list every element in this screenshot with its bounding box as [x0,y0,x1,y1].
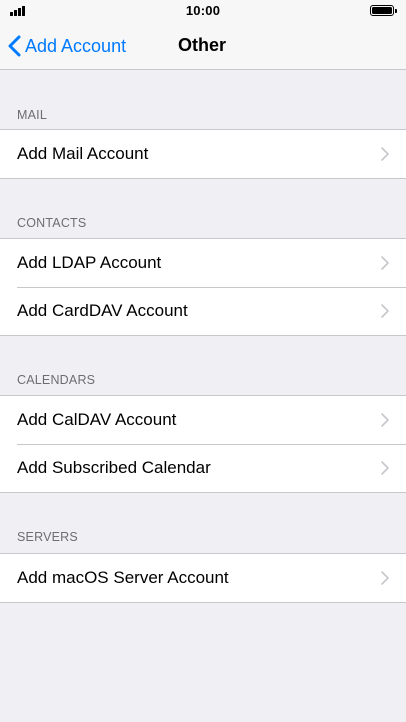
status-bar: 10:00 [0,0,406,22]
chevron-left-icon [8,35,21,57]
list-item-add-macos-server-account[interactable]: Add macOS Server Account [0,554,406,602]
group-mail: Add Mail Account [0,129,406,179]
back-button[interactable]: Add Account [8,33,126,59]
list-item-label: Add CardDAV Account [17,301,188,320]
section-header-mail: MAIL [17,108,47,122]
list-item-add-subscribed-calendar[interactable]: Add Subscribed Calendar [0,444,406,492]
list-item-add-ldap-account[interactable]: Add LDAP Account [0,239,406,287]
group-contacts: Add LDAP Account Add CardDAV Account [0,238,406,336]
group-servers: Add macOS Server Account [0,553,406,603]
group-calendars: Add CalDAV Account Add Subscribed Calend… [0,395,406,493]
chevron-right-icon [381,147,389,161]
status-time: 10:00 [185,3,221,18]
battery-full-icon [370,5,397,16]
section-header-contacts: CONTACTS [17,216,87,230]
list-item-add-caldav-account[interactable]: Add CalDAV Account [0,396,406,444]
list-item-label: Add macOS Server Account [17,568,229,587]
list-item-label: Add Subscribed Calendar [17,458,211,477]
chevron-right-icon [381,413,389,427]
back-button-label: Add Account [25,35,127,56]
list-item-label: Add LDAP Account [17,253,162,272]
chevron-right-icon [381,461,389,475]
list-item-label: Add Mail Account [17,144,149,163]
section-header-servers: SERVERS [17,530,78,544]
list-item-label: Add CalDAV Account [17,410,177,429]
chevron-right-icon [381,256,389,270]
navigation-bar: 10:00 Add Account Other [0,0,406,70]
chevron-right-icon [381,304,389,318]
section-header-calendars: CALENDARS [17,373,96,387]
page-title: Other [178,35,227,55]
list-item-add-mail-account[interactable]: Add Mail Account [0,130,406,178]
list-item-add-carddav-account[interactable]: Add CardDAV Account [0,287,406,335]
chevron-right-icon [381,571,389,585]
